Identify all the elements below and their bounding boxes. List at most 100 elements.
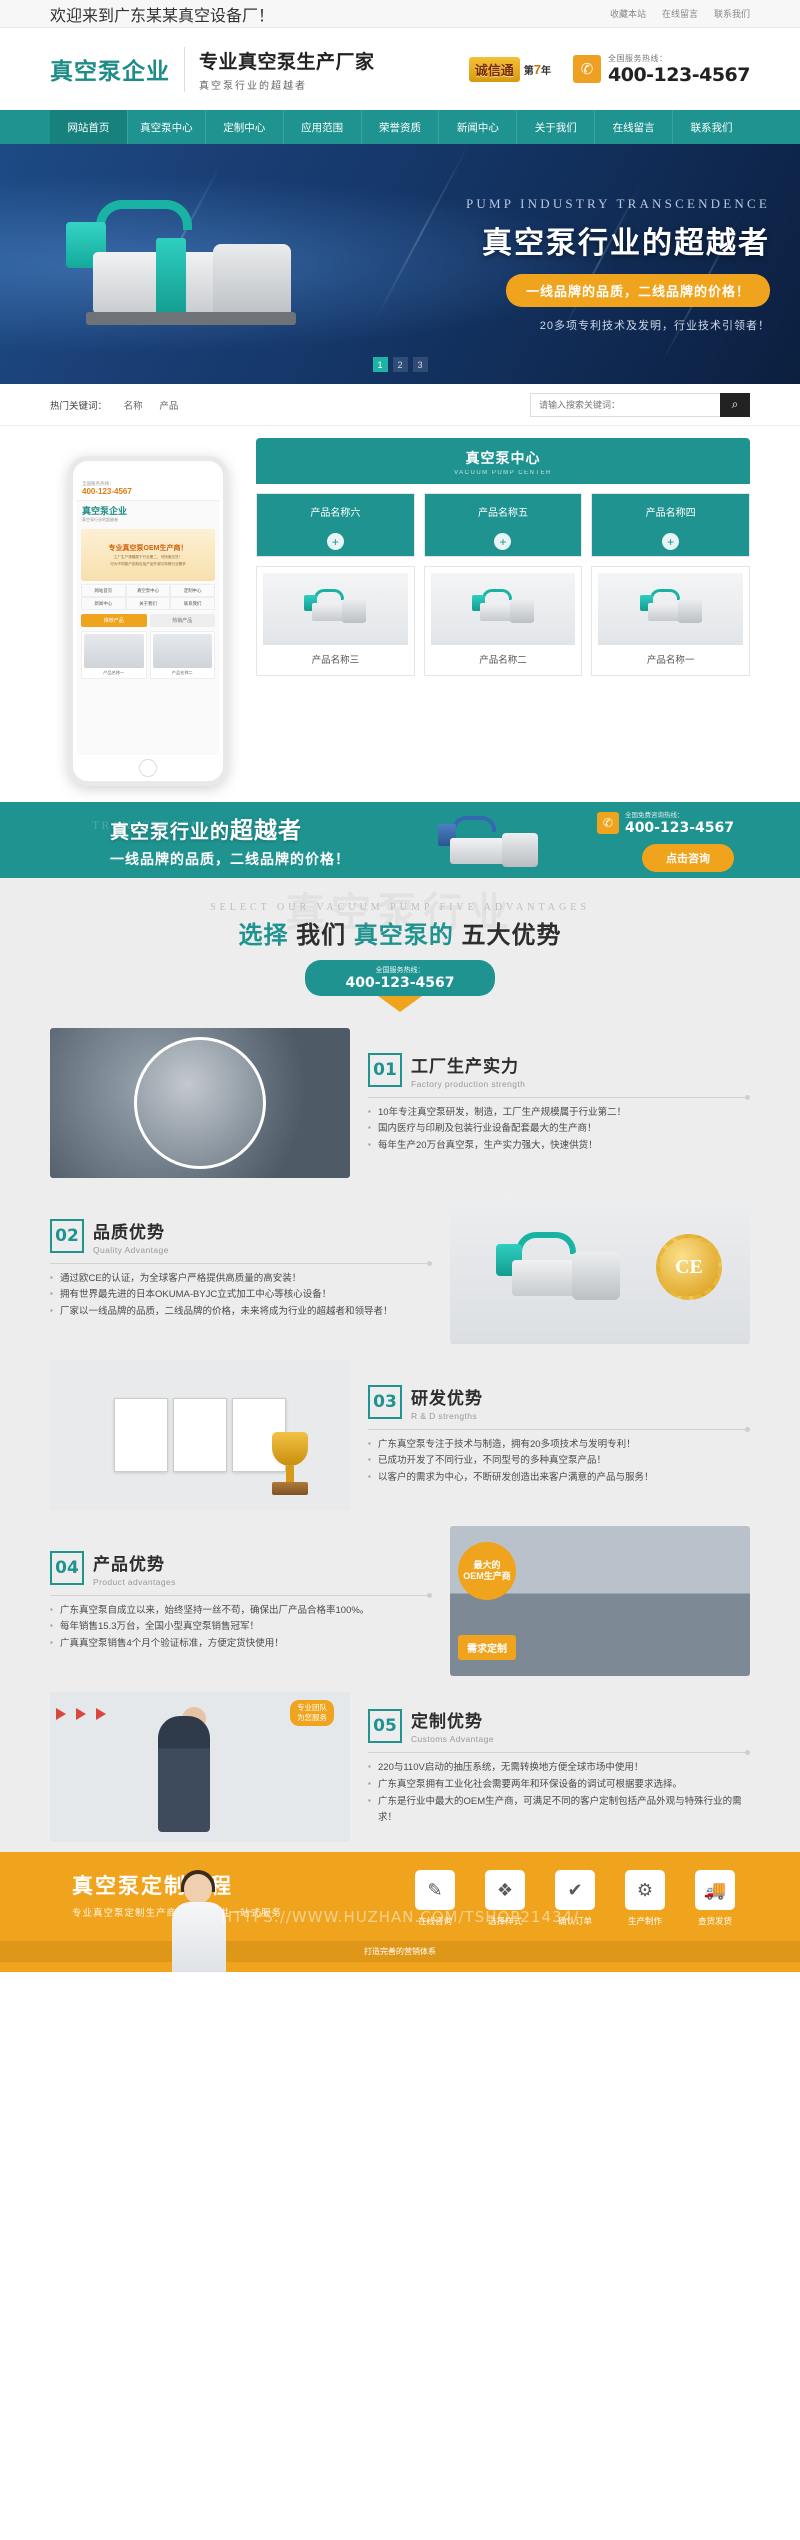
credit-badge: 诚信通 第7年	[468, 56, 551, 82]
advantage-number: 04	[50, 1551, 84, 1586]
phone-hotline: 全国服务热线： 400-123-4567	[77, 477, 219, 501]
nav-item-home[interactable]: 网站首页	[50, 110, 127, 144]
advantage-row-03: 03 研发优势 R & D strengths 广东真空泵专注于技术与制造，拥有…	[50, 1360, 750, 1510]
divider	[368, 1094, 750, 1100]
advantage-text-04: 04 产品优势 Product advantages 广东真空泵自成立以来，始终…	[50, 1550, 432, 1653]
category-title-en: VACUUM PUMP CENTER	[454, 470, 552, 476]
nav-item-honors[interactable]: 荣誉资质	[360, 110, 439, 144]
product-card-teal[interactable]: 产品名称六 +	[256, 493, 415, 557]
keyword-link-2[interactable]: 产品	[159, 401, 178, 412]
product-image	[598, 573, 743, 645]
advantages-hotline-label: 全国服务热线：	[375, 967, 425, 974]
divider	[50, 1260, 432, 1266]
advantage-title: 研发优势	[411, 1388, 483, 1408]
advantage-title-en: Factory production strength	[411, 1078, 526, 1089]
search-button[interactable]: ⌕	[720, 392, 750, 417]
nav-item-message[interactable]: 在线留言	[594, 110, 672, 144]
header-hotline: ✆ 全国服务热线： 400-123-4567	[573, 53, 750, 86]
phone-nav-item-6[interactable]: 联系我们	[170, 597, 215, 610]
advantage-bullet: 广东真空泵拥有工业化社会需要两年和环保设备的调试可根据要求选择。	[368, 1777, 750, 1794]
advantages-english: SELECT OUR VACUUM PUMP FIVE ADVANTAGES	[210, 902, 590, 913]
phone-screen: 全国服务热线： 400-123-4567 真空泵企业 真空泵行业的超越者 专业真…	[77, 477, 219, 755]
product-name: 产品名称二	[479, 655, 527, 666]
advantages-title: 选择 我们 真空泵的 五大优势	[238, 922, 562, 949]
trophy-icon	[264, 1428, 316, 1502]
phone-nav-item-4[interactable]: 新闻中心	[81, 597, 126, 610]
advantage-bullet: 广东真空泵自成立以来，始终坚持一丝不苟，确保出厂产品合格率100%。	[50, 1603, 432, 1620]
advantage-bullet: 厂家以一线品牌的品质，二线品牌的价格，未来将成为行业的超越者和领导者！	[50, 1304, 432, 1321]
hotline-label: 全国服务热线：	[608, 53, 668, 63]
product-card-teal[interactable]: 产品名称四 +	[591, 493, 750, 557]
down-arrow-icon	[378, 996, 422, 1012]
advantages-section: 真空泵行业 SELECT OUR VACUUM PUMP FIVE ADVANT…	[0, 878, 800, 1852]
advantage-bullet: 每年生产20万台真空泵，生产实力强大，快速供货！	[368, 1138, 750, 1155]
nav-item-custom-center[interactable]: 定制中心	[204, 110, 283, 144]
plus-icon[interactable]: +	[662, 533, 680, 550]
product-card[interactable]: 产品名称一	[591, 566, 750, 676]
main-navigation: 网站首页 真空泵中心 定制中心 应用范围 荣誉资质 新闻中心 关于我们 在线留言…	[0, 110, 800, 144]
hero-dot-2[interactable]: 2	[392, 357, 408, 372]
product-name: 产品名称四	[645, 508, 696, 519]
product-card[interactable]: 产品名称三	[256, 566, 415, 676]
phone-nav-item-5[interactable]: 关于我们	[125, 597, 171, 610]
search-input[interactable]	[530, 392, 720, 417]
topbar-link-contact[interactable]: 联系我们	[714, 7, 750, 20]
phone-nav-item-2[interactable]: 真空泵中心	[125, 584, 171, 597]
advantage-title-block: 02 品质优势 Quality Advantage	[50, 1218, 432, 1255]
product-card[interactable]: 产品名称二	[423, 566, 583, 676]
hero-dot-3[interactable]: 3	[412, 357, 428, 372]
topbar-link-favorite[interactable]: 收藏本站	[610, 7, 646, 20]
factory-icon: ⚙	[625, 1870, 665, 1910]
advantage-text-05: 05 定制优势 Customs Advantage 220与110V启动的抽压系…	[368, 1707, 750, 1827]
advantage-row-02: CE 02 品质优势 Quality Advantage 通过欧CE的认证，为全…	[50, 1194, 750, 1344]
nav-item-about[interactable]: 关于我们	[516, 110, 594, 144]
nav-item-pump-center[interactable]: 真空泵中心	[126, 110, 205, 144]
divider	[368, 1750, 750, 1756]
phone-product-image	[152, 634, 212, 668]
phone-product-name: 产品名称二	[171, 670, 193, 675]
category-title: 真空泵中心	[465, 450, 541, 466]
keyword-link-1[interactable]: 名称	[124, 401, 143, 412]
phone-home-button	[139, 759, 157, 777]
plus-icon[interactable]: +	[494, 533, 512, 550]
product-name: 产品名称三	[311, 655, 360, 666]
advantage-bullet: 广东真空泵专注于技术与制造，拥有20多项技术与发明专利！	[368, 1437, 750, 1454]
mobile-preview-column: 全国服务热线： 400-123-4567 真空泵企业 真空泵行业的超越者 专业真…	[50, 438, 246, 786]
phone-icon: ✆	[596, 811, 619, 834]
advantage-title-en: Product advantages	[93, 1576, 176, 1587]
cta-heading: 真空泵行业的超越者	[110, 817, 303, 843]
product-name: 产品名称六	[310, 508, 361, 519]
advantage-image-consultant: 专业团队 为您服务	[50, 1692, 350, 1842]
nav-item-applications[interactable]: 应用范围	[282, 110, 361, 144]
advantage-bullet: 广东是行业中最大的OEM生产商，可满足不同的客户定制包括产品外观与特殊行业的需求…	[368, 1794, 750, 1827]
service-tag: 专业团队 为您服务	[290, 1700, 334, 1726]
nav-item-contact[interactable]: 联系我们	[672, 110, 750, 144]
flag-icons	[56, 1708, 106, 1720]
consult-button[interactable]: 点击咨询	[642, 843, 734, 872]
advantage-title: 工厂生产实力	[411, 1056, 519, 1076]
phone-tab-hot[interactable]: 热销产品	[149, 614, 215, 627]
cta-subheading: 一线品牌的品质，二线品牌的价格！	[110, 851, 350, 867]
product-grid-top: 产品名称六 + 产品名称五 + 产品名称四 +	[256, 493, 750, 557]
advantage-number: 01	[368, 1053, 402, 1088]
advantage-text-01: 01 工厂生产实力 Factory production strength 10…	[368, 1052, 750, 1155]
hero-pump-image	[38, 182, 338, 350]
phone-banner-title: 专业真空泵OEM生产商！	[108, 545, 188, 552]
phone-product-card[interactable]: 产品名称一	[81, 631, 147, 679]
advantage-title-block: 01 工厂生产实力 Factory production strength	[368, 1052, 750, 1089]
nav-item-news[interactable]: 新闻中心	[438, 110, 516, 144]
phone-product-card[interactable]: 产品名称二	[149, 631, 215, 679]
topbar-link-message[interactable]: 在线留言	[662, 7, 698, 20]
plus-icon[interactable]: +	[326, 533, 344, 550]
grid-icon: ❖	[485, 1870, 525, 1910]
phone-nav-item-1[interactable]: 网站首页	[81, 584, 126, 597]
hero-dot-1[interactable]: 1	[372, 357, 388, 372]
phone-nav-item-3[interactable]: 定制中心	[170, 584, 215, 597]
site-logo[interactable]: 真空泵企业	[50, 52, 170, 86]
product-card-teal[interactable]: 产品名称五 +	[423, 493, 583, 557]
phone-icon: ✆	[573, 55, 602, 83]
product-image	[263, 573, 408, 645]
phone-tab-recommended[interactable]: 推荐产品	[81, 614, 147, 627]
advantage-bullet: 通过欧CE的认证，为全球客户严格提供高质量的高安装！	[50, 1271, 432, 1288]
phone-product-grid: 产品名称一 产品名称二	[81, 631, 215, 679]
